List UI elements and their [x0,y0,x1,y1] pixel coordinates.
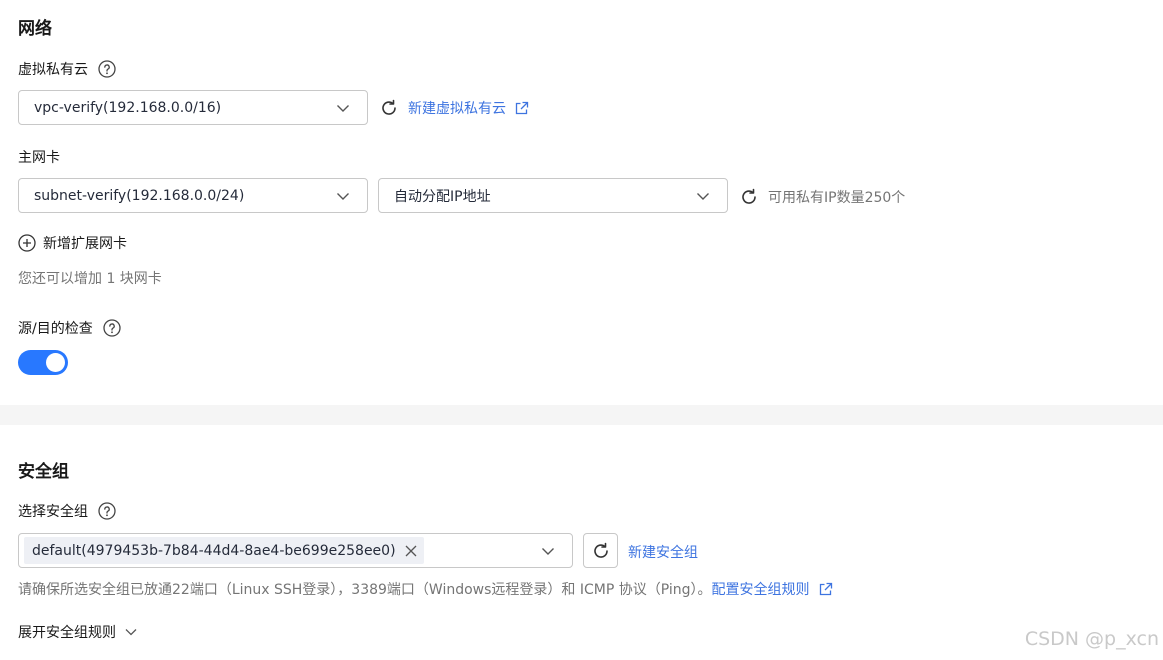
expand-rules-label: 展开安全组规则 [18,625,116,641]
help-icon[interactable] [103,319,121,337]
expand-rules-toggle[interactable]: 展开安全组规则 [18,622,138,642]
subnet-select-value: subnet-verify(192.168.0.0/24) [34,187,245,204]
security-group-select-value: default(4979453b-7b84-44d4-8ae4-be699e25… [24,537,540,564]
configure-rules-link[interactable]: 配置安全组规则 [712,579,833,599]
security-group-label: 选择安全组 [18,501,116,521]
refresh-icon [591,541,611,561]
create-security-group-link[interactable]: 新建安全组 [628,542,698,562]
vpc-select[interactable]: vpc-verify(192.168.0.0/16) [18,90,368,125]
security-group-tag: default(4979453b-7b84-44d4-8ae4-be699e25… [24,537,424,564]
help-icon[interactable] [98,60,116,78]
security-group-tag-label: default(4979453b-7b84-44d4-8ae4-be699e25… [32,542,396,559]
source-dest-check-toggle[interactable] [18,350,68,375]
create-vpc-link[interactable]: 新建虚拟私有云 [408,98,529,118]
available-ip-text: 可用私有IP数量250个 [768,190,906,206]
help-icon[interactable] [98,502,116,520]
source-dest-check-label-text: 源/目的检查 [18,321,93,337]
security-group-section-title: 安全组 [18,462,69,482]
security-group-label-text: 选择安全组 [18,504,88,520]
chevron-down-icon [335,188,351,204]
refresh-icon[interactable] [739,187,759,207]
external-link-icon [818,582,833,597]
toggle-knob [46,353,65,372]
network-section-title: 网络 [18,19,52,39]
refresh-security-group-button[interactable] [583,533,618,568]
ip-mode-select[interactable]: 自动分配IP地址 [378,178,728,213]
close-icon[interactable] [404,544,418,558]
source-dest-check-label: 源/目的检查 [18,318,121,338]
external-link-icon [514,101,529,116]
plus-circle-icon [18,234,36,252]
refresh-icon[interactable] [379,98,399,118]
security-group-notice-text: 请确保所选安全组已放通22端口（Linux SSH登录），3389端口（Wind… [18,582,712,598]
chevron-down-icon [124,625,138,639]
subnet-select[interactable]: subnet-verify(192.168.0.0/24) [18,178,368,213]
primary-nic-label: 主网卡 [18,150,60,166]
ip-mode-select-value: 自动分配IP地址 [394,188,491,205]
watermark: CSDN @p_xcn [1024,628,1159,650]
add-nic-button[interactable]: 新增扩展网卡 [18,233,127,253]
add-nic-label: 新增扩展网卡 [43,236,127,252]
security-group-notice: 请确保所选安全组已放通22端口（Linux SSH登录），3389端口（Wind… [18,579,833,599]
vpc-label-text: 虚拟私有云 [18,62,88,78]
create-vpc-link-text: 新建虚拟私有云 [408,101,506,117]
vpc-label: 虚拟私有云 [18,59,116,79]
chevron-down-icon [335,100,351,116]
section-divider [0,405,1163,425]
chevron-down-icon [695,188,711,204]
chevron-down-icon [540,543,556,559]
vpc-select-value: vpc-verify(192.168.0.0/16) [34,99,222,116]
add-nic-hint: 您还可以增加 1 块网卡 [18,271,162,287]
configure-rules-link-text: 配置安全组规则 [711,582,810,598]
security-group-select[interactable]: default(4979453b-7b84-44d4-8ae4-be699e25… [18,533,573,568]
